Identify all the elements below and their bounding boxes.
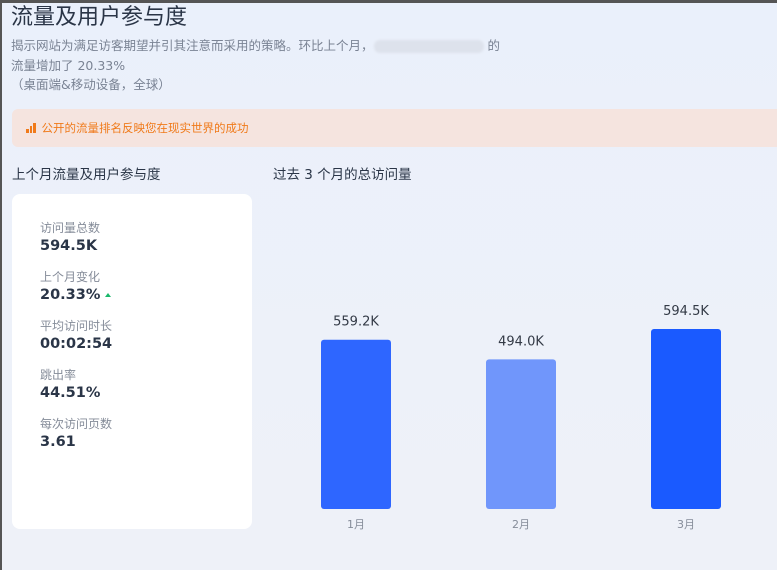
page-description: 揭示网站为满足访客期望并引其注意而采用的策略。环比上个月， 的 流量增加了 20… bbox=[11, 36, 571, 95]
metric-value: 3.61 bbox=[40, 433, 252, 452]
metric-label: 平均访问时长 bbox=[40, 319, 113, 333]
bar-chart-icon bbox=[26, 123, 36, 133]
metric-label: 上个月变化 bbox=[40, 270, 101, 284]
bar-value-label: 559.2K bbox=[333, 315, 379, 330]
visits-bar-chart: 559.2K 1月 494.0K 2月 594.5K 3月 bbox=[321, 304, 721, 531]
page-title: 流量及用户参与度 bbox=[11, 5, 188, 30]
metric-item: 跳出率 44.51% bbox=[40, 367, 252, 403]
metric-item: 访问量总数 594.5K bbox=[40, 220, 252, 256]
metric-value-text: 594.5K bbox=[40, 238, 98, 254]
bar-3[interactable] bbox=[651, 329, 721, 509]
metric-label: 每次访问页数 bbox=[40, 417, 113, 431]
redacted-domain bbox=[373, 40, 484, 53]
metric-value-text: 3.61 bbox=[40, 434, 76, 450]
metric-item: 平均访问时长 00:02:54 bbox=[40, 318, 252, 354]
trend-up-icon bbox=[105, 293, 112, 297]
metric-value: 00:02:54 bbox=[40, 335, 252, 354]
x-tick-label: 2月 bbox=[512, 518, 530, 531]
desc-growth: 流量增加了 20.33% bbox=[11, 57, 126, 73]
metric-value: 594.5K bbox=[40, 237, 252, 256]
metric-value-text: 44.51% bbox=[40, 385, 101, 401]
metric-value-text: 20.33% bbox=[40, 287, 101, 303]
metrics-card: 访问量总数 594.5K 上个月变化 20.33% 平均访问时长 00:02:54 跳出率 4… bbox=[12, 194, 252, 529]
metric-label: 访问量总数 bbox=[40, 221, 101, 235]
bar-value-label: 494.0K bbox=[498, 334, 544, 349]
desc-text: 揭示网站为满足访客期望并引其注意而采用的策略。环比上个月， bbox=[11, 38, 374, 53]
desc-scope: （桌面端&移动设备，全球） bbox=[11, 77, 171, 92]
chart-heading: 过去 3 个月的总访问量 bbox=[273, 167, 412, 183]
info-banner: 公开的流量排名反映您在现实世界的成功 bbox=[12, 109, 777, 147]
metric-item: 每次访问页数 3.61 bbox=[40, 416, 252, 452]
traffic-engagement-panel: 流量及用户参与度 揭示网站为满足访客期望并引其注意而采用的策略。环比上个月， 的… bbox=[2, 3, 777, 570]
bar-2[interactable] bbox=[486, 359, 556, 509]
bar-1[interactable] bbox=[321, 339, 391, 509]
left-heading: 上个月流量及用户参与度 bbox=[12, 167, 161, 183]
metric-value: 20.33% bbox=[40, 286, 252, 305]
x-tick-label: 3月 bbox=[677, 518, 695, 531]
x-tick-label: 1月 bbox=[347, 518, 365, 531]
desc-text: 的 bbox=[487, 38, 501, 53]
metric-value-text: 00:02:54 bbox=[40, 336, 113, 352]
metric-label: 跳出率 bbox=[40, 368, 77, 382]
metric-item: 上个月变化 20.33% bbox=[40, 269, 252, 305]
banner-text: 公开的流量排名反映您在现实世界的成功 bbox=[41, 121, 249, 135]
metric-value: 44.51% bbox=[40, 384, 252, 403]
bar-value-label: 594.5K bbox=[663, 304, 709, 319]
